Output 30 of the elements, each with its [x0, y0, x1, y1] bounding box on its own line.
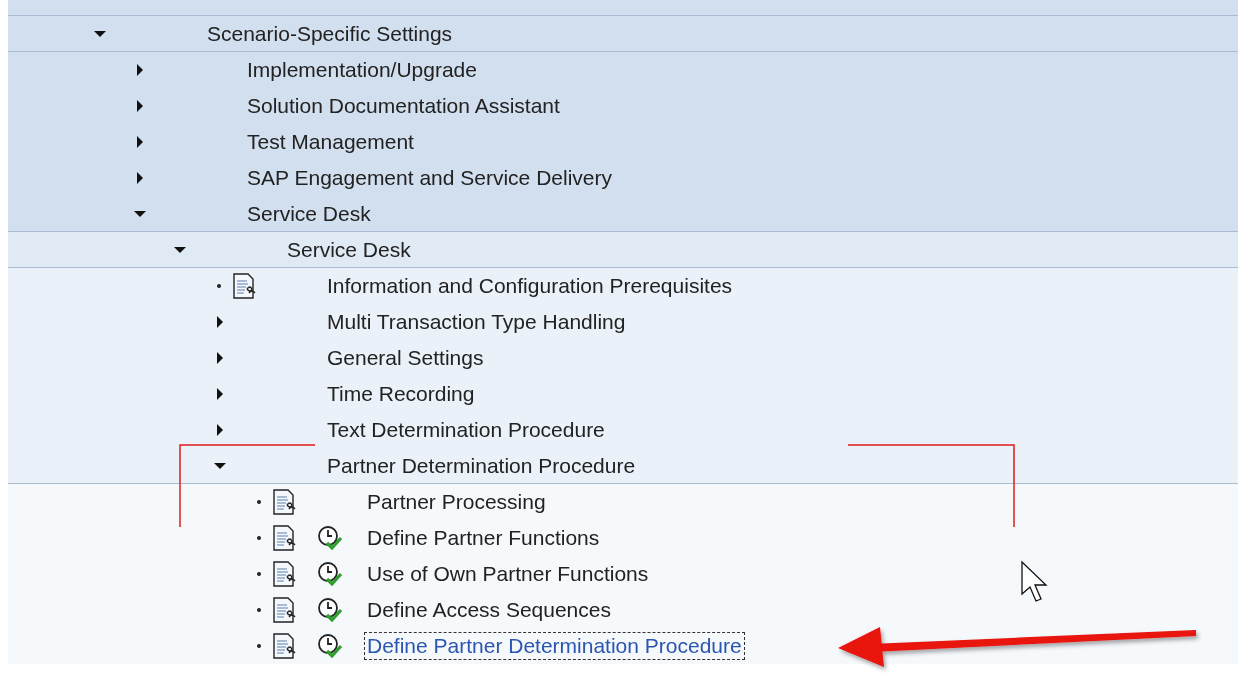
clock-check-icon[interactable] — [317, 525, 343, 551]
bullet-icon — [257, 500, 261, 504]
document-icon[interactable] — [273, 561, 297, 587]
tree-item[interactable]: Define Partner Determination Procedure — [364, 632, 745, 660]
tree-item[interactable]: General Settings — [324, 344, 487, 372]
tree-item[interactable]: Implementation/Upgrade — [244, 56, 480, 84]
bullet-icon — [257, 608, 261, 612]
tree-item[interactable]: Scenario-Specific Settings — [204, 19, 456, 48]
tree-item[interactable]: Multi Transaction Type Handling — [324, 308, 629, 336]
clock-check-icon[interactable] — [317, 561, 343, 587]
tree-item[interactable]: Define Access Sequences — [364, 596, 614, 624]
document-icon[interactable] — [273, 525, 297, 551]
bullet-icon — [217, 284, 221, 288]
tree-item[interactable]: Use of Own Partner Functions — [364, 560, 652, 588]
tree-item[interactable]: Service Desk — [244, 199, 374, 228]
clock-check-icon[interactable] — [317, 597, 343, 623]
document-icon[interactable] — [233, 273, 257, 299]
tree-item[interactable]: Text Determination Procedure — [324, 416, 608, 444]
tree-item[interactable]: Time Recording — [324, 380, 478, 408]
bullet-icon — [257, 572, 261, 576]
bullet-icon — [257, 536, 261, 540]
tree-item[interactable]: Test Management — [244, 128, 417, 156]
tree-item[interactable]: Partner Processing — [364, 488, 549, 516]
tree-item[interactable]: Service Desk — [284, 235, 414, 264]
clock-check-icon[interactable] — [317, 633, 343, 659]
document-icon[interactable] — [273, 489, 297, 515]
document-icon[interactable] — [273, 633, 297, 659]
bullet-icon — [257, 644, 261, 648]
document-icon[interactable] — [273, 597, 297, 623]
tree-item[interactable]: Define Partner Functions — [364, 524, 603, 552]
